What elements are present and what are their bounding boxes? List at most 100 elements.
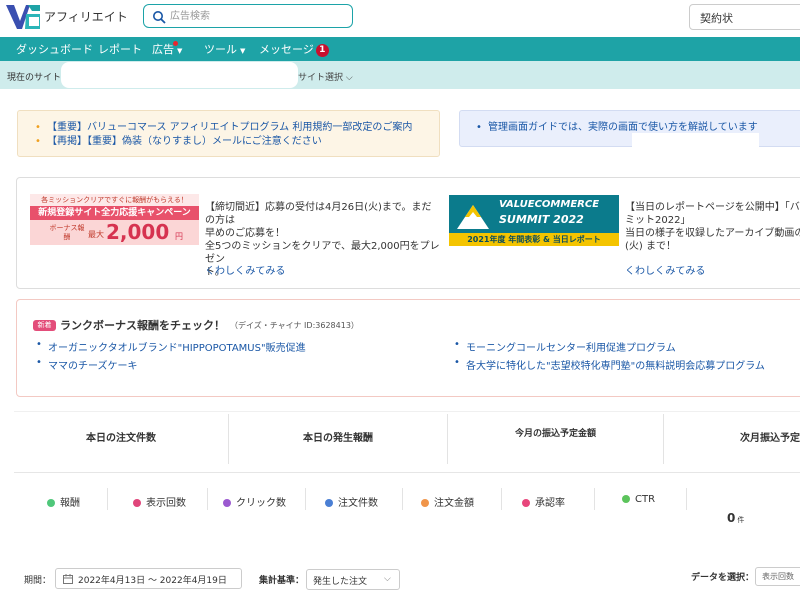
nav-label: メッセージ (259, 43, 314, 56)
campaign-banner-new-site[interactable]: 各ミッションクリアですぐに報酬がもらえる！ 新規登録サイト全力応援キャンペーン … (30, 194, 199, 245)
count-number: 0 (727, 511, 736, 525)
legend-ctr[interactable]: CTR (622, 494, 655, 505)
legend-label: 注文金額 (434, 498, 474, 509)
nav-report[interactable]: レポート (98, 41, 142, 57)
legend-divider (305, 488, 306, 510)
period-label: 期間： (24, 576, 52, 586)
chevron-down-icon: ⌵ (384, 574, 391, 584)
brand-name: アフィリエイト (44, 10, 128, 24)
rank-bonus-title: ランクボーナス報酬をチェック！ (60, 319, 225, 332)
guide-text: 管理画面ガイドでは、実際の画面で使い方を解説しています (488, 122, 758, 133)
summit-title-line1: VALUECOMMERCE (499, 199, 600, 210)
contract-status-button[interactable]: 契約状 (689, 4, 800, 30)
legend-orders[interactable]: 注文件数 (325, 494, 378, 509)
banner-top-text: 各ミッションクリアですぐに報酬がもらえる！ (30, 194, 199, 206)
campaign-text-line: 早めのご応募を！ (205, 228, 285, 239)
rank-program-link[interactable]: 各大学に特化した"志望校特化専門塾"の無料説明会応募プログラム (454, 357, 765, 372)
legend-reward[interactable]: 報酬 (47, 494, 80, 509)
legend-approval-rate[interactable]: 承認率 (522, 494, 565, 509)
banner-amount-area: ボーナス報酬 最大 2,000 円 (30, 220, 199, 245)
valuecommerce-logo[interactable] (6, 5, 40, 29)
chevron-down-icon: ⌵ (345, 73, 353, 83)
redacted-area (632, 133, 759, 173)
legend-label: クリック数 (236, 498, 286, 509)
banner-amount: 2,000 (106, 220, 170, 244)
legend-dot-icon (622, 495, 630, 503)
legend-divider (107, 488, 108, 510)
nav-label: ツール (204, 43, 237, 56)
stat-header: 本日の発生報酬 (303, 433, 373, 444)
stat-today-reward: 本日の発生報酬 (229, 411, 447, 469)
legend-label: CTR (635, 494, 656, 505)
legend-dot-icon (223, 499, 231, 507)
count-value: 0件 (727, 511, 744, 525)
legend-label: 注文件数 (338, 498, 378, 509)
banner-bonus-label: ボーナス報酬 (49, 224, 85, 241)
legend-dot-icon (133, 499, 141, 507)
campaign-text-line: 当日の様子を収録したアーカイブ動画の公開 (625, 228, 800, 239)
stats-bottom-divider (14, 472, 800, 473)
legend-label: 報酬 (60, 498, 80, 509)
rank-bonus-subtitle: （デイズ・チャイナ ID:3628413） (230, 321, 359, 330)
summit-title-line2: SUMMIT 2022 (499, 213, 584, 226)
notice-text: 【重要】バリューコマース アフィリエイトプログラム 利用規約一部改定のご案内 (47, 122, 413, 133)
campaign-text-line: ミット2022」 (625, 215, 691, 226)
new-indicator-dot (173, 41, 178, 46)
nav-messages[interactable]: メッセージ 1 (259, 41, 329, 57)
notice-item[interactable]: • 【再掲】【重要】偽装（なりすまし）メールにご注意ください (35, 135, 439, 149)
rank-program-link[interactable]: モーニングコールセンター利用促進プログラム (454, 339, 676, 354)
nav-label: レポート (98, 43, 142, 56)
data-select[interactable]: 表示回数 (755, 567, 800, 586)
rank-program-link[interactable]: オーガニックタオルブランド"HIPPOPOTAMUS"販売促進 (36, 339, 306, 354)
stat-today-orders: 本日の注文件数 (14, 411, 228, 469)
basis-label: 集計基準： (259, 576, 305, 586)
stat-header: 本日の注文件数 (86, 433, 156, 444)
calendar-icon (63, 574, 73, 584)
period-value: 2022年4月13日 〜 2022年4月19日 (78, 576, 227, 586)
caret-down-icon: ▼ (240, 47, 246, 55)
campaign-description: 【当日のレポートページを公開中】「バリュー ミット2022」 当日の様子を収録し… (625, 201, 800, 253)
legend-divider (686, 488, 687, 510)
data-select-label: データを選択： (691, 573, 755, 583)
current-site-field[interactable] (61, 62, 298, 88)
basis-select[interactable]: 発生した注文 ⌵ (306, 569, 400, 590)
banner-max-label: 最大 (88, 230, 104, 239)
campaign-banner-summit[interactable]: VALUECOMMERCE SUMMIT 2022 2021年度 年間表彰 & … (449, 195, 619, 246)
legend-divider (402, 488, 403, 510)
rank-program-link[interactable]: ママのチーズケーキ (36, 357, 137, 372)
bullet-icon: • (35, 136, 41, 147)
summit-footer: 2021年度 年間表彰 & 当日レポート (449, 233, 619, 246)
top-header: アフィリエイト 契約状 (0, 0, 800, 37)
summit-mountain-icon (457, 205, 489, 229)
current-site-bar: 現在のサイト サイト選択 ⌵ (0, 61, 800, 89)
notice-text: 【再掲】【重要】偽装（なりすまし）メールにご注意ください (47, 136, 322, 147)
notice-item[interactable]: • 【重要】バリューコマース アフィリエイトプログラム 利用規約一部改定のご案内 (35, 121, 439, 135)
legend-divider (501, 488, 502, 510)
bullet-icon: • (476, 122, 482, 133)
legend-divider (594, 488, 595, 510)
nav-tools[interactable]: ツール ▼ (204, 41, 245, 57)
legend-label: 承認率 (535, 498, 565, 509)
message-count-badge: 1 (315, 44, 329, 57)
search-box[interactable] (143, 4, 353, 28)
banner-yen: 円 (175, 232, 183, 241)
legend-clicks[interactable]: クリック数 (223, 494, 286, 509)
stat-next-month-payment: 次月振込予定金 (664, 411, 800, 469)
legend-dot-icon (47, 499, 55, 507)
period-date-range[interactable]: 2022年4月13日 〜 2022年4月19日 (55, 568, 242, 589)
legend-order-amount[interactable]: 注文金額 (421, 494, 474, 509)
campaign-detail-link[interactable]: くわしくみてみる (625, 262, 705, 277)
campaign-text-line: 【締切間近】応募の受付は4月26日(火)まで。まだの方は (205, 202, 432, 226)
stat-this-month-payment: 今月の振込予定金額 (448, 411, 663, 469)
campaign-detail-link[interactable]: くわしくみてみる (205, 262, 285, 277)
legend-impressions[interactable]: 表示回数 (133, 494, 186, 509)
search-input[interactable] (170, 8, 345, 24)
nav-label: 広告 (152, 43, 174, 56)
count-unit: 件 (737, 516, 745, 524)
search-icon (153, 11, 166, 24)
nav-dashboard[interactable]: ダッシュボード (16, 41, 93, 57)
bullet-icon: • (35, 122, 41, 133)
site-select-label: サイト選択 (298, 73, 344, 83)
site-select-dropdown[interactable]: サイト選択 ⌵ (298, 70, 353, 83)
caret-down-icon: ▼ (177, 47, 183, 55)
